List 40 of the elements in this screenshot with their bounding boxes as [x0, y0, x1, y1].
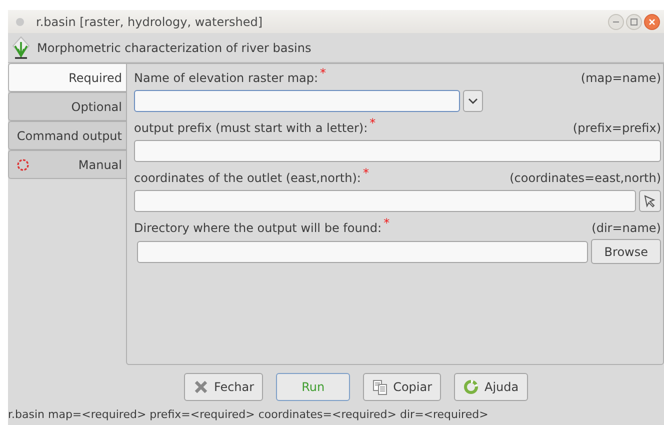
cursor-icon [643, 194, 657, 208]
close-icon [644, 14, 660, 30]
required-mark: * [370, 117, 376, 129]
lifebuoy-icon [463, 379, 480, 395]
command-preview: r.basin map=<required> prefix=<required> coordinates=<required> dir=<required> [8, 408, 490, 421]
grass-logo-icon [11, 36, 31, 60]
action-button[interactable]: Ajuda [454, 373, 528, 401]
tab[interactable]: Command output [8, 121, 126, 150]
parameter-key: (dir=name) [592, 221, 661, 235]
action-button[interactable]: Copiar [363, 373, 442, 401]
tab[interactable]: Optional [8, 92, 126, 121]
chevron-down-icon [468, 98, 478, 104]
tab[interactable]: Required [8, 63, 126, 92]
maximize-icon [626, 14, 642, 30]
required-mark: * [320, 67, 326, 79]
window-menu-dot[interactable] [16, 18, 24, 26]
field-label: output prefix (must start with a letter): [134, 121, 368, 135]
pick-button[interactable] [639, 190, 661, 212]
x-icon [192, 379, 209, 395]
input-field[interactable] [137, 240, 588, 262]
input-field[interactable] [134, 140, 661, 162]
tab[interactable]: Manual [8, 150, 126, 179]
browse-button[interactable]: Browse [591, 239, 661, 264]
required-mark: * [362, 167, 369, 179]
copy-icon [372, 379, 388, 395]
parameter-key: (map=name) [580, 71, 661, 85]
field-label: Name of elevation raster map: [134, 71, 318, 85]
input-field[interactable] [134, 190, 636, 212]
input-field[interactable] [134, 90, 460, 112]
lifebuoy-icon [15, 156, 31, 172]
action-button[interactable]: Fechar [184, 373, 264, 401]
module-description: Morphometric characterization of river basins [37, 40, 312, 54]
field-label: Directory where the output will be found: [134, 221, 382, 235]
minimize-icon [608, 14, 624, 30]
parameter-key: (prefix=prefix) [572, 121, 661, 135]
window-title: r.basin [raster, hydrology, watershed] [36, 14, 264, 28]
dropdown-button[interactable] [463, 90, 483, 112]
field-label: coordinates of the outlet (east,north): [134, 171, 361, 185]
parameter-key: (coordinates=east,north) [510, 171, 661, 185]
required-mark: * [384, 217, 390, 229]
